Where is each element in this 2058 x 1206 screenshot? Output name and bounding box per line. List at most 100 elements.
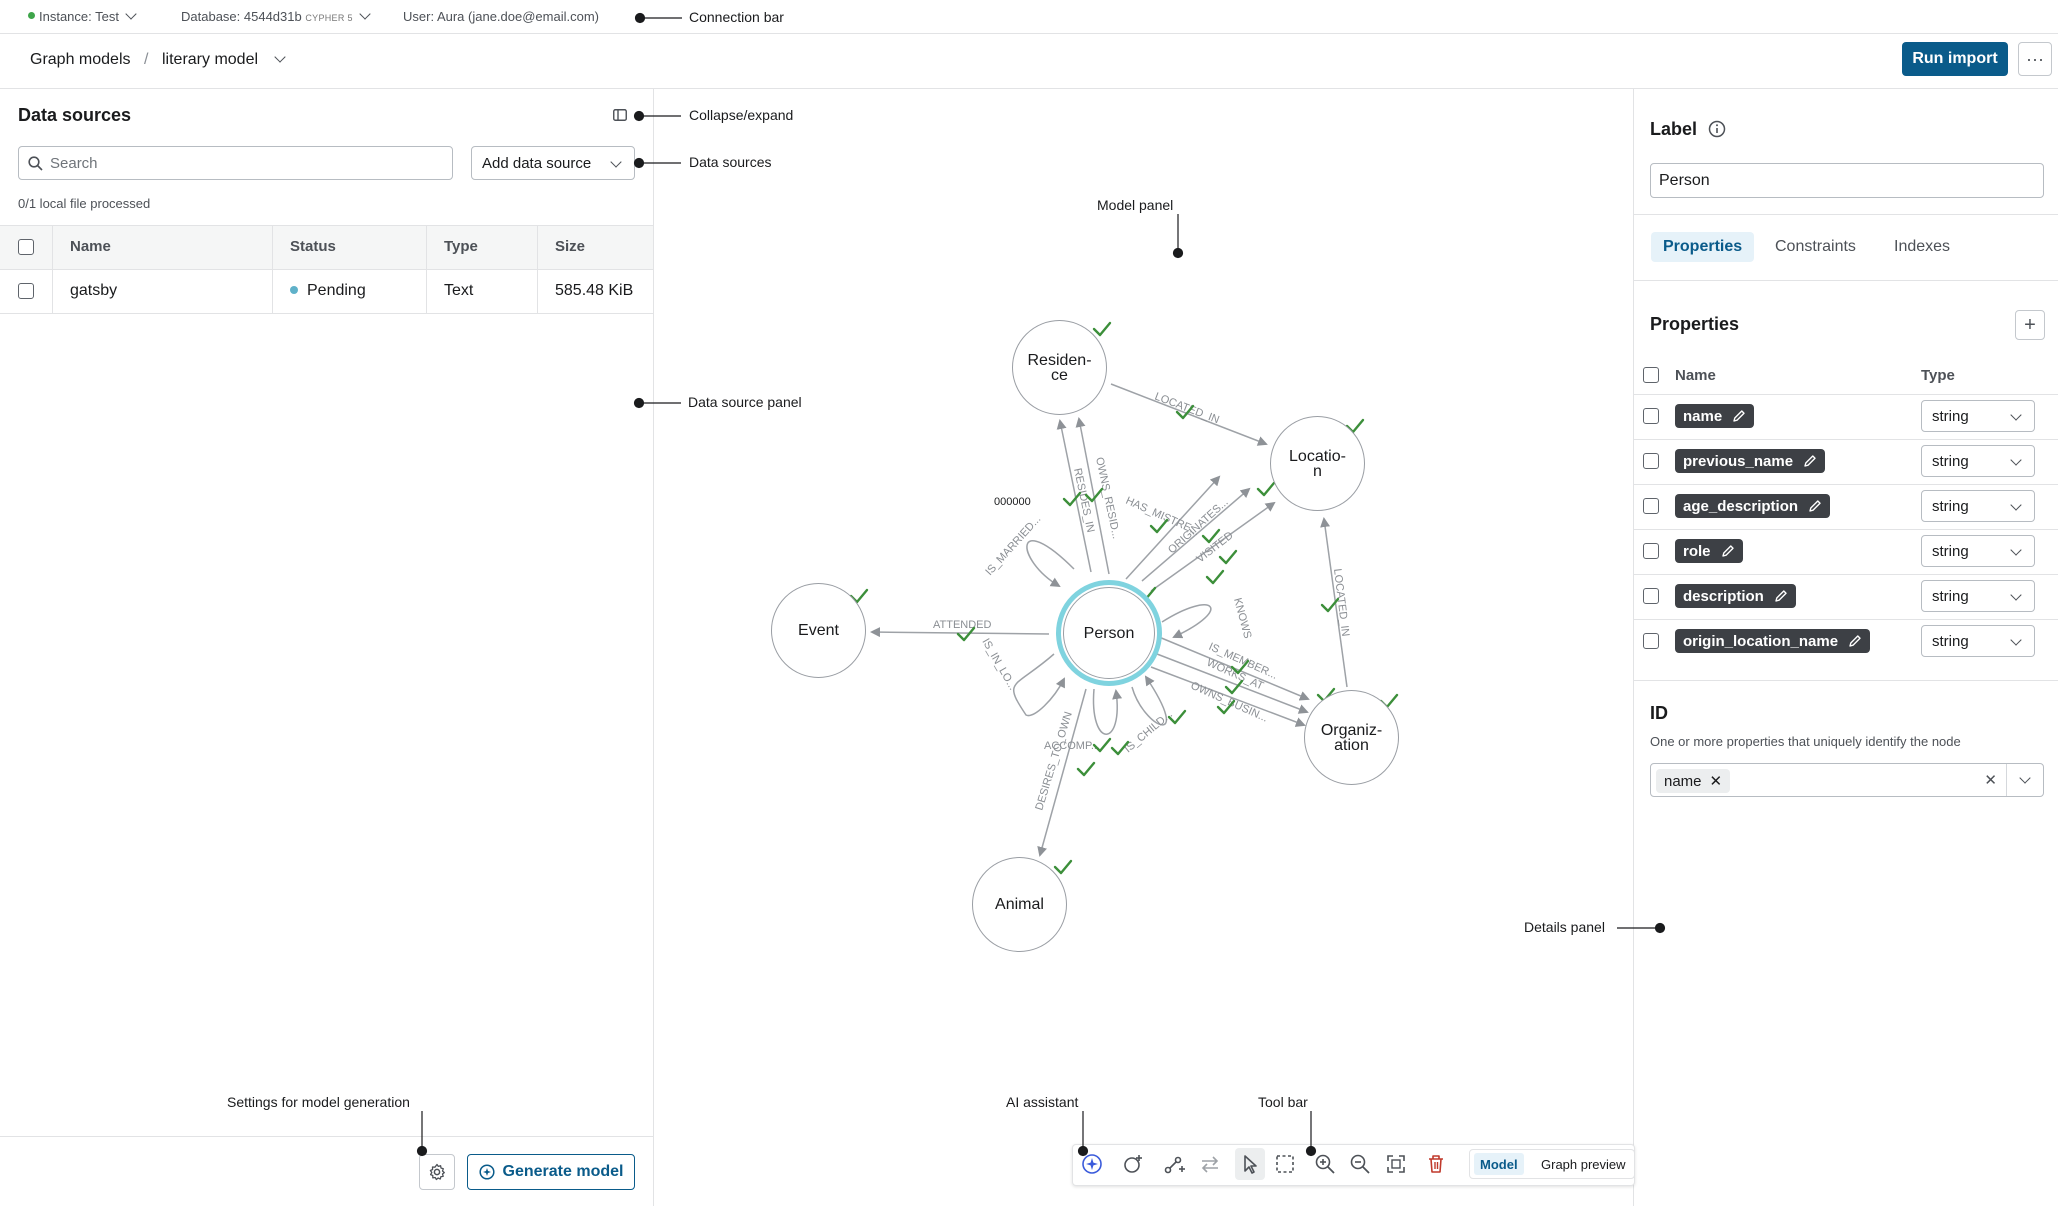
node-location[interactable]: Locatio- n [1270,416,1365,511]
generate-model-button[interactable]: Generate model [467,1154,635,1190]
annotation-tool-bar: Tool bar [1258,1094,1308,1110]
breadcrumb-separator: / [144,51,149,68]
view-toggle: Model Graph preview [1469,1149,1635,1179]
id-select[interactable]: name ✕ ✕ [1650,763,2044,797]
chevron-down-icon [274,51,286,63]
user-info: User: Aura (jane.doe@email.com) [403,9,599,24]
instance-selector[interactable]: Instance: Test [28,8,137,24]
reverse-direction-icon[interactable] [1198,1152,1222,1176]
column-header-name: Name [70,238,111,255]
row-checkbox[interactable] [18,283,34,299]
property-type-select[interactable]: string [1921,490,2035,522]
annotation-details-panel: Details panel [1524,919,1605,935]
chevron-down-icon [2010,454,2022,466]
self-loop-accompanies[interactable] [1092,688,1123,735]
check-icon [1149,518,1169,534]
breadcrumb-graph-models[interactable]: Graph models [30,51,131,69]
node-event[interactable]: Event [771,583,866,678]
database-selector[interactable]: Database: 4544d31b CYPHER 5 [181,8,371,24]
edit-pencil-icon[interactable] [1732,409,1746,423]
generation-settings-button[interactable] [419,1154,455,1190]
check-icon [1205,569,1225,585]
node-organization[interactable]: Organiz- ation [1304,690,1399,785]
remove-tag-icon[interactable]: ✕ [1710,772,1723,790]
model-name-selector[interactable]: literary model [162,51,286,69]
model-view-button[interactable]: Model [1474,1153,1524,1175]
select-pointer-icon[interactable] [1238,1152,1262,1176]
source-name[interactable]: gatsby [70,282,117,300]
data-source-panel: Data sources Search Add data source 0/1 … [0,89,654,1206]
chevron-down-icon [2010,409,2022,421]
box-select-icon[interactable] [1273,1152,1297,1176]
property-checkbox[interactable] [1643,498,1659,514]
column-header-name: Name [1675,367,1716,384]
loose-label: 000000 [994,496,1031,508]
collapse-panel-icon[interactable] [611,106,629,124]
node-person[interactable]: Person [1056,580,1162,686]
edit-pencil-icon[interactable] [1848,634,1862,648]
id-tag: name ✕ [1656,769,1731,793]
property-name-tag[interactable]: origin_location_name [1675,629,1871,653]
tab-properties[interactable]: Properties [1651,232,1755,262]
ai-assistant-icon[interactable] [1080,1152,1104,1176]
add-data-source-button[interactable]: Add data source [471,146,635,180]
column-header-size: Size [555,238,586,255]
select-all-properties-checkbox[interactable] [1643,367,1659,383]
add-relationship-icon[interactable] [1162,1152,1186,1176]
edit-pencil-icon[interactable] [1803,454,1817,468]
search-placeholder: Search [50,155,98,172]
search-input[interactable]: Search [18,146,453,180]
edit-pencil-icon[interactable] [1721,544,1735,558]
property-type-select[interactable]: string [1921,400,2035,432]
id-title: ID [1650,703,1668,723]
property-checkbox[interactable] [1643,543,1659,559]
zoom-out-icon[interactable] [1348,1152,1372,1176]
more-options-button[interactable]: ··· [2018,42,2052,76]
graph-preview-button[interactable]: Graph preview [1537,1153,1630,1175]
self-loop-is-in-love[interactable] [1012,653,1065,717]
chevron-down-icon [125,8,137,20]
property-checkbox[interactable] [1643,588,1659,604]
source-size: 585.48 KiB [555,282,634,299]
info-icon[interactable] [1708,120,1726,138]
edge-person-event[interactable] [870,627,1050,638]
tab-indexes[interactable]: Indexes [1882,232,1962,262]
node-residence[interactable]: Residen- ce [1012,320,1107,415]
plus-icon: + [2024,313,2036,336]
property-type-select[interactable]: string [1921,535,2035,567]
self-loop-is-married[interactable] [1026,540,1075,588]
annotation-settings-generation: Settings for model generation [227,1094,410,1110]
delete-icon[interactable] [1424,1152,1448,1176]
property-type-select[interactable]: string [1921,580,2035,612]
zoom-in-icon[interactable] [1313,1152,1337,1176]
label-input[interactable]: Person [1650,163,2044,198]
search-icon [28,156,43,171]
annotation-data-source-panel: Data source panel [688,394,802,410]
source-status: Pending [290,282,366,300]
edit-pencil-icon[interactable] [1774,589,1788,603]
clear-icon[interactable]: ✕ [1984,771,1997,789]
property-type-select[interactable]: string [1921,445,2035,477]
property-name-tag[interactable]: previous_name [1675,449,1826,473]
fit-to-screen-icon[interactable] [1384,1152,1408,1176]
select-all-checkbox[interactable] [18,239,34,255]
add-node-icon[interactable] [1121,1152,1145,1176]
self-loop-knows[interactable] [1161,604,1212,639]
property-name-tag[interactable]: description [1675,584,1796,608]
chevron-down-icon [359,8,371,20]
property-name-tag[interactable]: name [1675,404,1755,428]
tab-constraints[interactable]: Constraints [1763,232,1868,262]
chevron-down-icon[interactable] [2019,772,2031,784]
add-property-button[interactable]: + [2015,310,2045,340]
property-type-select[interactable]: string [1921,625,2035,657]
edit-pencil-icon[interactable] [1808,499,1822,513]
property-checkbox[interactable] [1643,633,1659,649]
edge-label: LOCATED_IN [1153,391,1221,427]
node-animal[interactable]: Animal [972,857,1067,952]
property-checkbox[interactable] [1643,453,1659,469]
property-name-tag[interactable]: age_description [1675,494,1831,518]
run-import-button[interactable]: Run import [1902,42,2008,76]
chevron-down-icon [610,156,622,168]
property-checkbox[interactable] [1643,408,1659,424]
property-name-tag[interactable]: role [1675,539,1743,563]
